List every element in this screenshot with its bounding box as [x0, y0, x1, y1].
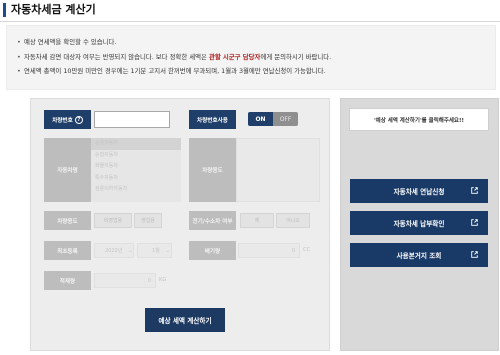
car-type-option[interactable]: 특수자동차: [91, 173, 181, 185]
car-type-option[interactable]: 삼륜이하자동차: [91, 184, 181, 196]
tax-calculator-page: 자동차세금 계산기 • 예상 연세액을 확인할 수 있습니다. • 자동차세 감면 …: [0, 0, 500, 355]
weight-input[interactable]: 0: [94, 273, 156, 288]
chevron-down-icon: ⌄: [165, 247, 170, 254]
car-type2-label: 차량용도: [189, 138, 236, 202]
displacement-unit: CC: [303, 247, 311, 253]
external-link-icon: [471, 251, 478, 258]
displacement-input[interactable]: 0: [238, 243, 300, 258]
car-number-input[interactable]: [94, 111, 170, 128]
title-accent-bar: [3, 3, 6, 17]
weight-label: 적재량: [44, 271, 91, 290]
toggle-off[interactable]: OFF: [273, 112, 298, 126]
notice-item-2: • 자동차세 감면 대상자 여부는 반영되지 않습니다. 보다 정확한 세액은 관…: [17, 52, 332, 61]
page-header: 자동차세금 계산기: [0, 0, 500, 22]
year-select[interactable]: 2022년 ⌄: [94, 243, 134, 258]
usage-private-button[interactable]: 비영업용: [94, 213, 132, 228]
notice-box: • 예상 연세액을 확인할 수 있습니다. • 자동차세 감면 대상자 여부는 반영…: [6, 25, 496, 90]
car-type-option[interactable]: 승합자동차: [91, 150, 181, 162]
usage-business-button[interactable]: 영업용: [134, 213, 162, 228]
help-icon[interactable]: ?: [74, 115, 83, 124]
office-contact-highlight: 관할 시군구 담당자: [208, 52, 261, 61]
use-car-number-label: 차량번호사용: [189, 110, 236, 129]
page-title: 자동차세금 계산기: [11, 3, 96, 16]
external-link-icon: [471, 219, 478, 226]
month-select[interactable]: 1월 ⌄: [137, 243, 172, 258]
hybrid-yes-button[interactable]: 예: [240, 213, 274, 228]
notice-item-3: • 연세액 총액이 10만원 미만인 경우에는 1기분 고지서 한꺼번에 부과되며…: [17, 67, 326, 75]
usage-label: 차량용도: [44, 211, 91, 230]
weight-unit: KG: [159, 277, 167, 283]
car-number-label: 차량번호?: [44, 110, 91, 129]
payment-check-button[interactable]: 자동차세 납부확인: [350, 211, 488, 235]
header-divider: [0, 21, 500, 22]
car-type-option[interactable]: 화물자동차: [91, 161, 181, 173]
external-link-icon: [471, 187, 478, 194]
first-registration-label: 최초등록: [44, 241, 91, 260]
notice-item-1: • 예상 연세액을 확인할 수 있습니다.: [17, 38, 117, 46]
hybrid-no-button[interactable]: 아니오: [276, 213, 310, 228]
base-location-lookup-button[interactable]: 사용본거지 조회: [350, 243, 488, 267]
toggle-on[interactable]: ON: [248, 112, 273, 126]
annual-payment-button[interactable]: 자동차세 연납신청: [350, 179, 488, 203]
chevron-down-icon: ⌄: [128, 247, 133, 254]
displacement-label: 배기량: [189, 241, 236, 260]
car-type-option[interactable]: 승용자동차: [91, 138, 181, 150]
result-message: '예상 세액 계산하기'를 클릭해주세요!!: [349, 108, 489, 131]
hybrid-label: 전기/수소차 여부: [189, 211, 236, 230]
car-type-label: 자동차명: [44, 138, 91, 202]
car-type-list[interactable]: 승용자동차 승합자동차 화물자동차 특수자동차 삼륜이하자동차: [91, 138, 181, 202]
car-number-toggle[interactable]: ON OFF: [248, 112, 298, 126]
car-subtype-list[interactable]: [236, 138, 320, 202]
calculate-tax-button[interactable]: 예상 세액 계산하기: [145, 308, 225, 332]
